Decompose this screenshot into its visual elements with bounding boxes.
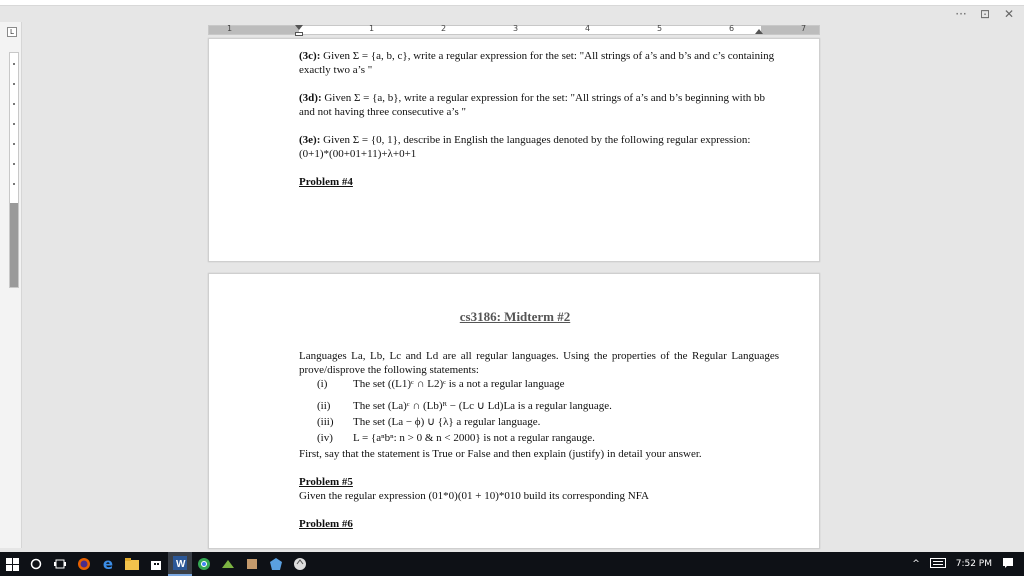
- svg-text:W: W: [176, 559, 186, 570]
- problem-5-heading: Problem #5: [299, 476, 353, 488]
- problem-6-heading: Problem #6: [299, 518, 353, 530]
- keyboard-icon[interactable]: [929, 557, 946, 571]
- problem-4-heading: Problem #4: [299, 176, 353, 188]
- system-tray: ^ 7:52 PM: [912, 552, 1024, 576]
- page2-content: Languages La, Lb, Lc and Ld are all regu…: [299, 349, 779, 531]
- list-item: (iv) L = {aⁿbⁿ: n > 0 & n < 2000} is not …: [299, 431, 779, 445]
- first-line-indent-marker[interactable]: [295, 25, 303, 30]
- question-3d: (3d): Given Σ = {a, b}, write a regular …: [299, 91, 779, 119]
- list-item: (i) The set ((L1)ᶜ ∩ L2)ᶜ is a not a regu…: [299, 377, 779, 391]
- list-item-text: L = {aⁿbⁿ: n > 0 & n < 2000} is not a re…: [353, 432, 595, 444]
- question-label: (3c):: [299, 50, 321, 62]
- question-text: Given Σ = {a, b}, write a regular expres…: [299, 92, 766, 118]
- ruler-margin: [10, 203, 18, 287]
- ruler-tick: [13, 143, 15, 145]
- ruler-tick: [13, 83, 15, 85]
- right-indent-marker[interactable]: [755, 29, 763, 34]
- ruler-tick: [13, 63, 15, 65]
- windows-icon[interactable]: [0, 552, 24, 576]
- vertical-ruler[interactable]: [9, 52, 19, 288]
- word-icon[interactable]: W: [168, 552, 192, 576]
- chevron-up-icon[interactable]: ^: [912, 559, 920, 569]
- ruler-number: 1: [227, 24, 233, 33]
- question-text: Given Σ = {a, b, c}, write a regular exp…: [299, 50, 775, 76]
- app-icon-3[interactable]: [264, 552, 288, 576]
- ruler-left-margin: [209, 26, 299, 34]
- ruler-number: 1: [369, 24, 375, 33]
- ruler-tick: [13, 183, 15, 185]
- window-controls: ··· ⊡ ✕: [954, 6, 1016, 22]
- tab-selector-button[interactable]: L: [7, 27, 17, 37]
- firefox-icon[interactable]: [72, 552, 96, 576]
- ruler-right-margin: [761, 26, 819, 34]
- chrome-icon[interactable]: [192, 552, 216, 576]
- task-view-icon[interactable]: [48, 552, 72, 576]
- horizontal-ruler[interactable]: 1 1 2 3 4 5 6 7: [208, 24, 820, 36]
- page1-content: (3c): Given Σ = {a, b, c}, write a regul…: [299, 49, 779, 189]
- left-vertical-ruler-area: L: [0, 22, 22, 548]
- followup-paragraph: First, say that the statement is True or…: [299, 448, 702, 460]
- ruler-number: 3: [513, 24, 519, 33]
- question-text: Given Σ = {0, 1}, describe in English th…: [299, 134, 751, 160]
- question-label: (3e):: [299, 134, 321, 146]
- notification-icon[interactable]: [1002, 557, 1014, 572]
- page-title: cs3186: Midterm #2: [459, 309, 571, 324]
- ruler-number: 7: [801, 24, 807, 33]
- question-3c: (3c): Given Σ = {a, b, c}, write a regul…: [299, 49, 779, 77]
- close-icon[interactable]: ✕: [1002, 7, 1016, 21]
- ruler-tick: [13, 123, 15, 125]
- list-item-text: The set (La)ᶜ ∩ (Lb)ᴿ − (Lc ∪ Ld)La is a…: [353, 400, 612, 412]
- question-3e: (3e): Given Σ = {0, 1}, describe in Engl…: [299, 133, 779, 161]
- more-options-icon[interactable]: ···: [954, 7, 968, 21]
- list-item: (ii) The set (La)ᶜ ∩ (Lb)ᴿ − (Lc ∪ Ld)La …: [299, 399, 779, 413]
- taskbar: e W ^ 7:52 PM: [0, 552, 1024, 576]
- document-page-1[interactable]: (3c): Given Σ = {a, b, c}, write a regul…: [208, 38, 820, 262]
- clock[interactable]: 7:52 PM: [956, 559, 992, 569]
- ruler-tick: [13, 163, 15, 165]
- app-icon-2[interactable]: [240, 552, 264, 576]
- list-item: (iii) The set (La − ϕ) ∪ {λ} a regular la…: [299, 415, 779, 429]
- app-icon-4[interactable]: [288, 552, 312, 576]
- restore-icon[interactable]: ⊡: [978, 7, 992, 21]
- ruler-number: 4: [585, 24, 591, 33]
- list-item-text: The set (La − ϕ) ∪ {λ} a regular languag…: [353, 416, 541, 428]
- search-icon[interactable]: [24, 552, 48, 576]
- list-item-number: (ii): [317, 400, 331, 412]
- store-icon[interactable]: [144, 552, 168, 576]
- file-explorer-icon[interactable]: [120, 552, 144, 576]
- edge-icon[interactable]: e: [96, 552, 120, 576]
- question-label: (3d):: [299, 92, 322, 104]
- intro-paragraph: Languages La, Lb, Lc and Ld are all regu…: [299, 350, 779, 376]
- document-page-2[interactable]: cs3186: Midterm #2 Languages La, Lb, Lc …: [208, 273, 820, 549]
- app-icon[interactable]: [216, 552, 240, 576]
- list-item-number: (iv): [317, 432, 333, 444]
- ruler-number: 6: [729, 24, 735, 33]
- ruler-number: 5: [657, 24, 663, 33]
- list-item-text: The set ((L1)ᶜ ∩ L2)ᶜ is a not a regular…: [353, 378, 565, 390]
- problem-5-text: Given the regular expression (01*0)(01 +…: [299, 490, 649, 502]
- ruler-number: 2: [441, 24, 447, 33]
- list-item-number: (iii): [317, 416, 334, 428]
- top-strip: [0, 0, 1024, 6]
- ruler-tick: [13, 103, 15, 105]
- list-item-number: (i): [317, 378, 328, 390]
- left-indent-marker[interactable]: [295, 32, 303, 36]
